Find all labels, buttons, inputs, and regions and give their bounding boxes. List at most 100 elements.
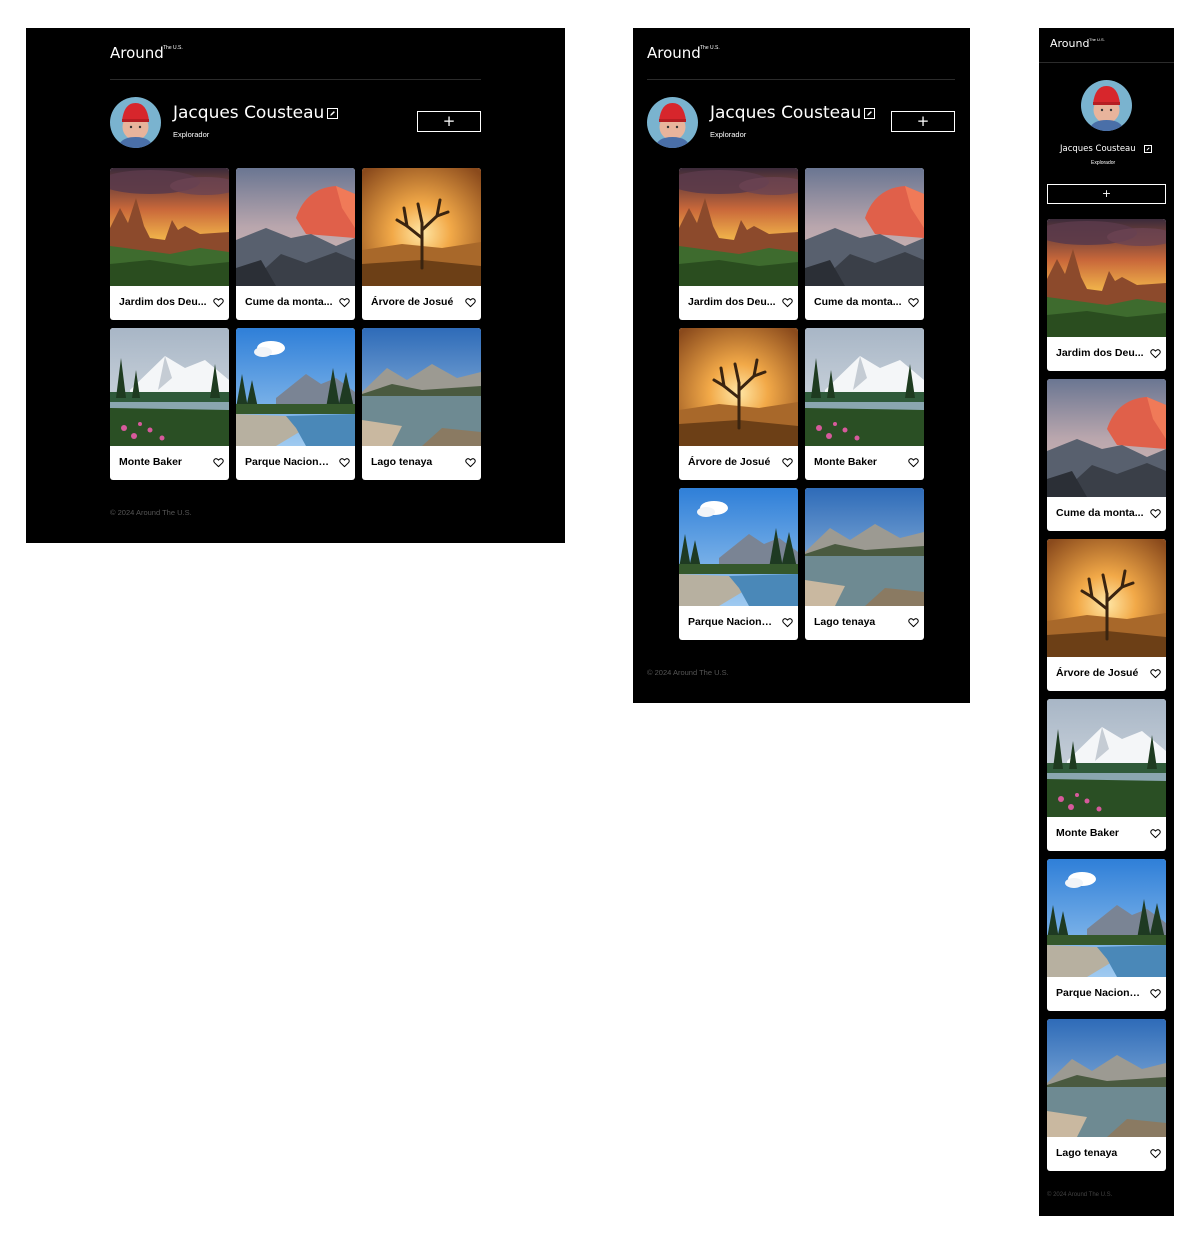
plus-icon: + (442, 112, 456, 130)
heart-icon[interactable] (1150, 1146, 1161, 1159)
place-card[interactable]: Lago tenaya (1047, 1019, 1166, 1171)
heart-icon[interactable] (1150, 986, 1161, 999)
card-image[interactable] (805, 168, 924, 286)
profile-role: Explorador (173, 130, 210, 139)
card-image[interactable] (110, 328, 229, 446)
card-title: Cume da monta... (1056, 507, 1144, 519)
heart-icon[interactable] (339, 455, 350, 468)
card-image[interactable] (1047, 699, 1166, 817)
edit-profile-button[interactable] (327, 108, 338, 119)
edit-profile-button[interactable] (1144, 145, 1152, 153)
place-card[interactable]: Árvore de Josué (362, 168, 481, 320)
logo-superscript: The U.S. (700, 45, 720, 51)
card-title: Árvore de Josué (688, 456, 771, 468)
avatar[interactable] (1081, 80, 1132, 131)
desktop-frame: Around The U.S. Jacques Cousteau Explora… (26, 28, 565, 543)
place-card[interactable]: Árvore de Josué (679, 328, 798, 480)
card-title: Parque Nacional... (245, 456, 333, 468)
place-card[interactable]: Cume da monta... (236, 168, 355, 320)
header-divider (110, 79, 481, 80)
place-card[interactable]: Jardim dos Deu... (110, 168, 229, 320)
place-card[interactable]: Parque Nacional... (236, 328, 355, 480)
place-card[interactable]: Jardim dos Deu... (1047, 219, 1166, 371)
card-image[interactable] (805, 328, 924, 446)
heart-icon[interactable] (1150, 506, 1161, 519)
edit-pencil-icon (1146, 147, 1150, 151)
edit-profile-button[interactable] (864, 108, 875, 119)
add-card-button[interactable]: + (1047, 184, 1166, 204)
plus-icon: + (916, 112, 930, 130)
heart-icon[interactable] (465, 295, 476, 308)
heart-icon[interactable] (1150, 346, 1161, 359)
place-card[interactable]: Lago tenaya (805, 488, 924, 640)
mobile-frame: Around The U.S. Jacques Cousteau Explora… (1039, 28, 1174, 1216)
footer-text: © 2024 Around The U.S. (110, 508, 192, 517)
profile-name: Jacques Cousteau (1060, 144, 1136, 154)
avatar[interactable] (110, 97, 161, 148)
heart-icon[interactable] (213, 455, 224, 468)
card-title: Árvore de Josué (1056, 667, 1139, 679)
card-image[interactable] (362, 328, 481, 446)
heart-icon[interactable] (339, 295, 350, 308)
heart-icon[interactable] (782, 295, 793, 308)
place-card[interactable]: Jardim dos Deu... (679, 168, 798, 320)
place-card[interactable]: Lago tenaya (362, 328, 481, 480)
heart-icon[interactable] (782, 615, 793, 628)
profile-name: Jacques Cousteau (710, 103, 862, 123)
logo[interactable]: Around The U.S. (647, 44, 720, 62)
card-image[interactable] (1047, 379, 1166, 497)
heart-icon[interactable] (465, 455, 476, 468)
card-title: Cume da monta... (245, 296, 333, 308)
heart-icon[interactable] (1150, 826, 1161, 839)
card-title: Parque Nacional... (1056, 987, 1144, 999)
edit-pencil-icon (330, 111, 335, 116)
heart-icon[interactable] (213, 295, 224, 308)
add-card-button[interactable]: + (417, 111, 481, 132)
card-image[interactable] (1047, 1019, 1166, 1137)
profile-name: Jacques Cousteau (173, 103, 325, 123)
tablet-frame: Around The U.S. Jacques Cousteau Explora… (633, 28, 970, 703)
card-image[interactable] (362, 168, 481, 286)
avatar[interactable] (647, 97, 698, 148)
header-divider (647, 79, 955, 80)
logo-superscript: The U.S. (163, 45, 183, 51)
card-image[interactable] (679, 168, 798, 286)
heart-icon[interactable] (908, 295, 919, 308)
logo-text: Around (647, 44, 701, 62)
place-card[interactable]: Cume da monta... (1047, 379, 1166, 531)
logo-text: Around (1050, 37, 1090, 50)
place-card[interactable]: Cume da monta... (805, 168, 924, 320)
card-title: Lago tenaya (814, 616, 876, 628)
card-title: Monte Baker (814, 456, 878, 468)
card-image[interactable] (236, 328, 355, 446)
place-card[interactable]: Parque Nacional... (679, 488, 798, 640)
footer-text: © 2024 Around The U.S. (647, 668, 729, 677)
card-image[interactable] (1047, 219, 1166, 337)
footer-text: © 2024 Around The U.S. (1047, 1192, 1113, 1198)
card-title: Cume da monta... (814, 296, 902, 308)
heart-icon[interactable] (908, 615, 919, 628)
card-title: Jardim dos Deu... (119, 296, 207, 308)
logo-text: Around (110, 44, 164, 62)
card-title: Lago tenaya (371, 456, 433, 468)
heart-icon[interactable] (782, 455, 793, 468)
card-title: Monte Baker (119, 456, 183, 468)
place-card[interactable]: Parque Nacional... (1047, 859, 1166, 1011)
card-title: Parque Nacional... (688, 616, 776, 628)
place-card[interactable]: Árvore de Josué (1047, 539, 1166, 691)
card-image[interactable] (805, 488, 924, 606)
place-card[interactable]: Monte Baker (805, 328, 924, 480)
card-image[interactable] (679, 488, 798, 606)
heart-icon[interactable] (1150, 666, 1161, 679)
logo[interactable]: Around The U.S. (1050, 37, 1105, 50)
logo[interactable]: Around The U.S. (110, 44, 183, 62)
card-image[interactable] (236, 168, 355, 286)
place-card[interactable]: Monte Baker (1047, 699, 1166, 851)
add-card-button[interactable]: + (891, 111, 955, 132)
card-image[interactable] (679, 328, 798, 446)
place-card[interactable]: Monte Baker (110, 328, 229, 480)
card-image[interactable] (110, 168, 229, 286)
card-image[interactable] (1047, 539, 1166, 657)
card-image[interactable] (1047, 859, 1166, 977)
heart-icon[interactable] (908, 455, 919, 468)
